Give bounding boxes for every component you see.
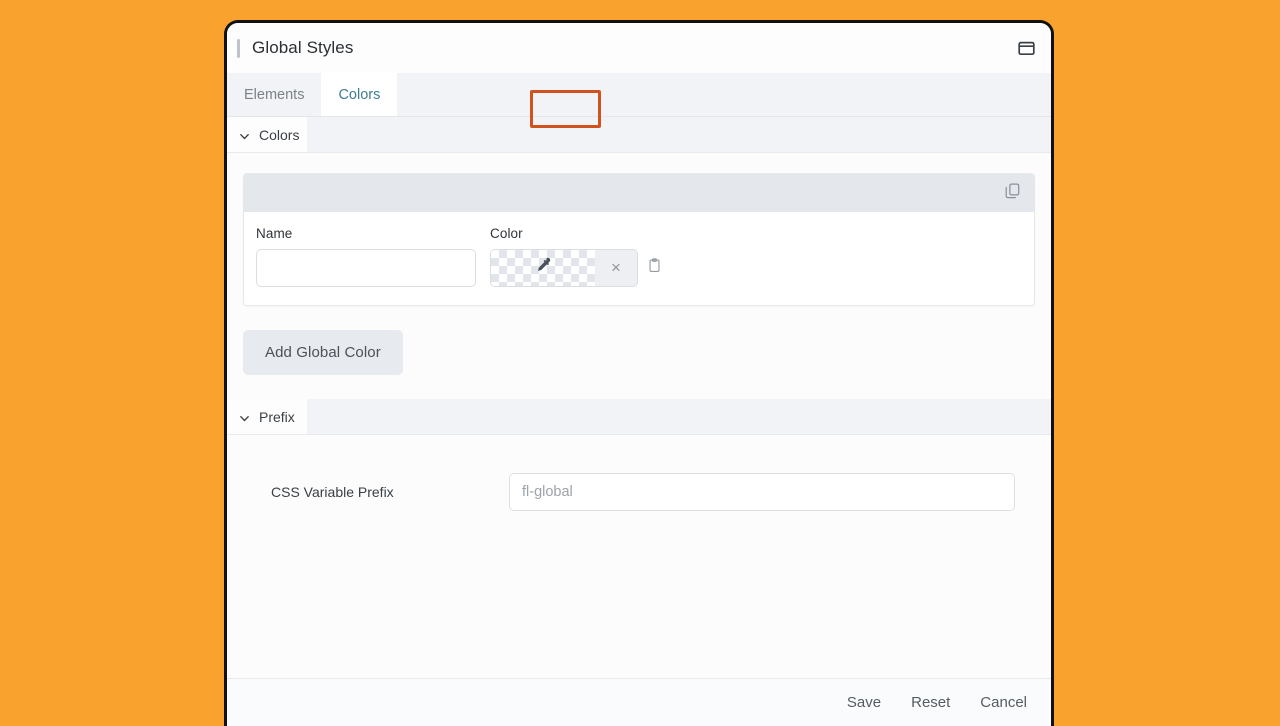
- save-button[interactable]: Save: [845, 690, 883, 715]
- css-variable-prefix-label: CSS Variable Prefix: [271, 484, 509, 500]
- tab-bar: Elements Colors: [227, 73, 1051, 117]
- section-title-colors: Colors: [259, 127, 299, 143]
- color-swatch-box[interactable]: ×: [490, 249, 638, 287]
- section-header-colors[interactable]: Colors: [227, 117, 1051, 153]
- add-global-color-button[interactable]: Add Global Color: [243, 330, 403, 375]
- color-swatch-preview[interactable]: [491, 250, 595, 286]
- colors-section-body: Name Color: [227, 153, 1051, 399]
- color-card-body: Name Color: [244, 212, 1034, 305]
- reset-button[interactable]: Reset: [909, 690, 952, 715]
- color-name-input[interactable]: [256, 249, 476, 287]
- spacer: [243, 375, 1035, 399]
- prefix-section-body: CSS Variable Prefix: [227, 435, 1051, 511]
- section-title-prefix: Prefix: [259, 409, 295, 425]
- section-label-colors: Colors: [227, 117, 299, 152]
- cancel-button[interactable]: Cancel: [978, 690, 1029, 715]
- color-field-group: Color ×: [490, 226, 661, 287]
- name-field-group: Name: [256, 226, 476, 287]
- window-restore-icon[interactable]: [1015, 37, 1037, 59]
- section-label-prefix: Prefix: [227, 399, 295, 434]
- panel-body: Colors Name: [227, 117, 1051, 678]
- copy-icon[interactable]: [1005, 183, 1020, 204]
- panel-titlebar: Global Styles: [227, 23, 1051, 73]
- tab-elements[interactable]: Elements: [227, 73, 321, 116]
- global-color-card: Name Color: [243, 173, 1035, 306]
- eyedropper-icon[interactable]: [534, 256, 553, 280]
- page-title: Global Styles: [252, 38, 1015, 58]
- clipboard-icon[interactable]: [648, 258, 661, 278]
- color-card-header: [244, 174, 1034, 212]
- name-label: Name: [256, 226, 476, 241]
- chevron-down-icon: [239, 129, 250, 140]
- panel-footer: Save Reset Cancel: [227, 678, 1051, 726]
- tab-colors[interactable]: Colors: [321, 73, 397, 116]
- global-styles-panel: Global Styles Elements Colors Colors: [224, 20, 1054, 726]
- color-control: ×: [490, 249, 661, 287]
- drag-handle-icon[interactable]: [237, 39, 240, 58]
- chevron-down-icon: [239, 411, 250, 422]
- color-label: Color: [490, 226, 661, 241]
- section-header-prefix[interactable]: Prefix: [227, 399, 1051, 435]
- clear-color-button[interactable]: ×: [595, 250, 637, 286]
- css-variable-prefix-input[interactable]: [509, 473, 1015, 511]
